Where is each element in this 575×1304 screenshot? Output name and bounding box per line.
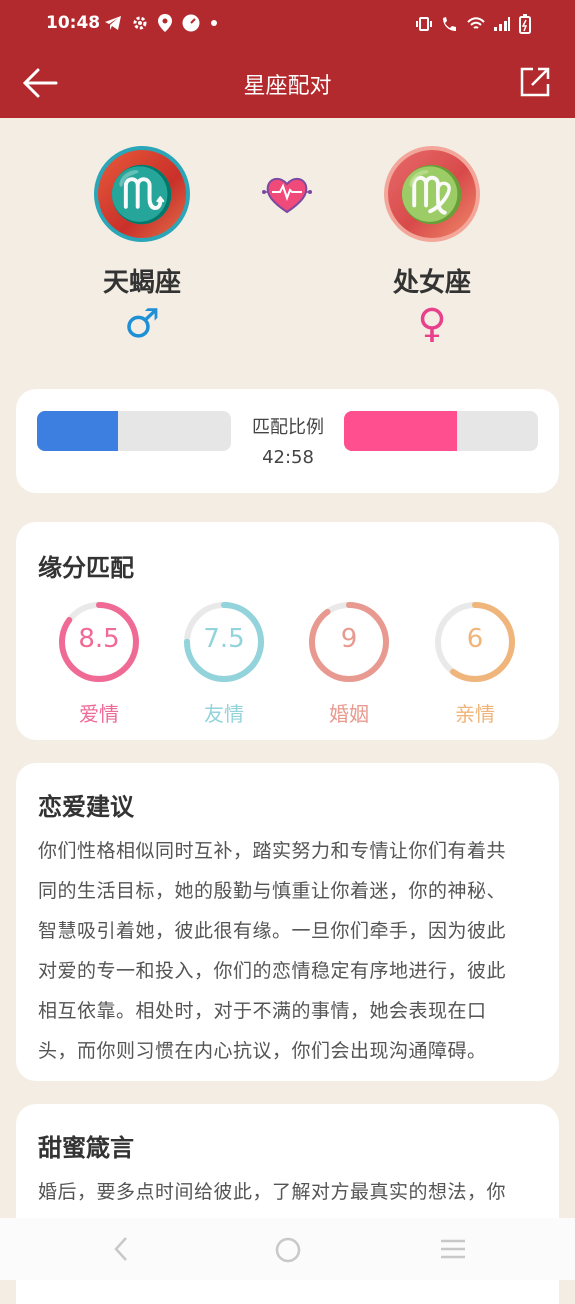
share-button[interactable] [519,66,551,98]
right-sign: ♍ 处女座 ♀ [332,146,532,347]
text-line: 智慧吸引着她，彼此很有缘。一旦你们牵手，因为彼此 [38,920,507,942]
text-line: 头，而你则习惯在内心抗议，你们会出现沟通障碍。 [38,1040,487,1062]
score-value: 6 [466,624,484,654]
score-ring: 7.5 [182,600,266,684]
score-label: 亲情 [455,702,495,726]
fate-card: 缘分匹配 8.5 爱情 7.5 友情 9 婚姻 6 亲情 [16,522,559,740]
text-line: 你们性格相似同时互补，踏实努力和专情让你们有着共 [38,840,507,862]
signal-icon [494,17,510,31]
location-icon [158,14,172,32]
fate-item: 8.5 爱情 [49,600,149,727]
female-ratio-bar [344,411,538,451]
status-time: 10:48 [46,13,101,33]
text-line: 相互依靠。相处时，对于不满的事情，她会表现在口 [38,1000,487,1022]
status-bar: 10:48 [0,0,575,48]
score-ring: 8.5 [57,600,141,684]
nav-recents-button[interactable] [438,1236,468,1266]
male-ratio-fill [37,411,119,451]
male-icon: ♂ [124,301,160,347]
text-line: 同的生活目标，她的殷勤与慎重让你着迷，你的神秘、 [38,880,507,902]
gear-icon [133,16,147,30]
love-advice-card: 恋爱建议 你们性格相似同时互补，踏实努力和专情让你们有着共 同的生活目标，她的殷… [16,763,559,1081]
share-icon [520,67,550,97]
score-label: 婚姻 [329,702,369,726]
scorpio-icon: ♏ [94,146,190,242]
virgo-icon: ♍ [384,146,480,242]
ratio-value: 42:58 [262,447,314,468]
battery-icon [519,14,531,34]
nav-back-button[interactable] [110,1236,134,1266]
text-line: 对爱的专一和投入，你们的恋情稳定有序地进行，彼此 [38,960,507,982]
love-advice-title: 恋爱建议 [38,793,134,821]
fate-item: 9 婚姻 [299,600,399,727]
sweet-words-title: 甜蜜箴言 [38,1134,134,1162]
left-sign: ♏ 天蝎座 ♂ [42,146,242,347]
score-value: 7.5 [203,624,245,654]
sweet-words-text: 婚后，要多点时间给彼此，了解对方最真实的想法，你 [38,1172,537,1212]
right-sign-name: 处女座 [392,268,471,298]
fate-item: 7.5 友情 [174,600,274,727]
status-right-icons [415,14,531,34]
score-value: 8.5 [78,624,120,654]
chevron-left-icon [114,1237,127,1261]
love-advice-text: 你们性格相似同时互补，踏实努力和专情让你们有着共 同的生活目标，她的殷勤与慎重让… [38,831,537,1071]
vibrate-icon [416,17,432,31]
text-line: 婚后，要多点时间给彼此，了解对方最真实的想法，你 [38,1181,507,1203]
fate-item: 6 亲情 [425,600,525,727]
app-bar: 星座配对 [0,48,575,118]
telegram-icon [105,16,121,30]
gauge-icon [182,14,200,32]
ratio-label: 匹配比例 [252,417,324,438]
nav-home-button[interactable] [274,1236,302,1268]
female-icon: ♀ [417,301,447,347]
score-ring: 6 [433,600,517,684]
left-sign-name: 天蝎座 [102,268,181,298]
score-ring: 9 [307,600,391,684]
ratio-card: 匹配比例 42:58 [16,389,559,493]
system-nav-bar [0,1218,575,1280]
score-label: 友情 [204,702,244,726]
wifi-call-icon [443,17,456,31]
circle-home-icon [275,1237,301,1263]
dot-icon [211,20,217,26]
page-title: 星座配对 [243,74,332,99]
male-ratio-bar [37,411,231,451]
heart-pulse-icon [262,178,312,214]
menu-lines-icon [441,1239,465,1259]
score-value: 9 [340,624,358,654]
wifi-icon [467,17,485,29]
fate-title: 缘分匹配 [38,554,134,582]
score-label: 爱情 [79,702,119,726]
status-left-icons [104,14,218,32]
female-ratio-fill [344,411,457,451]
